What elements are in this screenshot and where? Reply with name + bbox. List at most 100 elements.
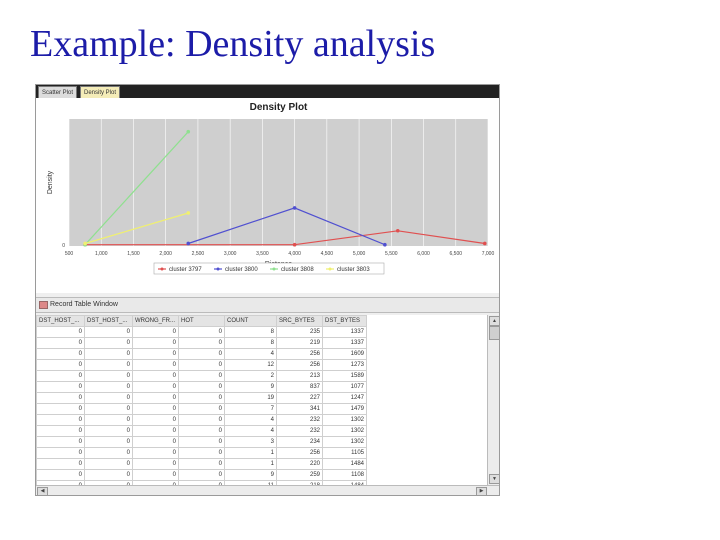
table-cell: 0 <box>132 458 179 470</box>
column-header[interactable]: WRONG_FR... <box>132 315 179 327</box>
tab-bar: Scatter Plot Density Plot <box>36 85 499 98</box>
table-cell: 0 <box>84 348 133 360</box>
table-row[interactable]: 0 0 0 0 19 227 1247 <box>36 392 367 404</box>
table-cell: 3 <box>224 436 277 448</box>
table-cell: 1609 <box>322 348 367 360</box>
table-cell: 0 <box>84 469 133 481</box>
table-cell: 219 <box>276 337 323 349</box>
table-cell: 12 <box>224 359 277 371</box>
table-cell: 0 <box>132 381 179 393</box>
table-cell: 1273 <box>322 359 367 371</box>
tab-scatter-plot[interactable]: Scatter Plot <box>38 86 78 98</box>
table-cell: 4 <box>224 414 277 426</box>
column-header[interactable]: SRC_BYTES <box>276 315 323 327</box>
scroll-left-icon[interactable]: ◀ <box>37 487 48 495</box>
table-cell: 0 <box>84 370 133 382</box>
table-cell: 0 <box>178 425 225 437</box>
table-cell: 0 <box>36 447 85 459</box>
x-tick-label: 3,500 <box>256 251 269 257</box>
legend-label: cluster 3803 <box>337 267 370 273</box>
table-cell: 0 <box>84 425 133 437</box>
table-cell: 0 <box>84 359 133 371</box>
column-header[interactable]: DST_BYTES <box>322 315 367 327</box>
table-cell: 1 <box>224 458 277 470</box>
table-row[interactable]: 0 0 0 0 7 341 1479 <box>36 403 367 415</box>
legend-marker <box>272 267 276 271</box>
table-cell: 0 <box>132 337 179 349</box>
table-row[interactable]: 0 0 0 0 9 259 1108 <box>36 469 367 481</box>
table-cell: 0 <box>36 381 85 393</box>
table-cell: 0 <box>132 447 179 459</box>
chart-title: Density Plot <box>250 102 308 113</box>
legend-marker <box>160 267 164 271</box>
table-cell: 227 <box>276 392 323 404</box>
record-table-container: DST_HOST_... DST_HOST_... WRONG_FR... HOT CO… <box>36 315 487 485</box>
table-row[interactable]: 0 0 0 0 1 220 1484 <box>36 458 367 470</box>
table-cell: 0 <box>36 458 85 470</box>
table-row[interactable]: 0 0 0 0 2 213 1589 <box>36 370 367 382</box>
table-cell: 0 <box>178 447 225 459</box>
table-cell: 0 <box>132 359 179 371</box>
table-row[interactable]: 0 0 0 0 1 256 1105 <box>36 447 367 459</box>
table-cell: 0 <box>178 337 225 349</box>
slide-title: Example: Density analysis <box>30 23 436 65</box>
table-row[interactable]: 0 0 0 0 4 232 1302 <box>36 425 367 437</box>
plot-area <box>69 119 488 246</box>
legend-label: cluster 3808 <box>281 267 314 273</box>
table-cell: 0 <box>84 414 133 426</box>
table-cell: 0 <box>36 359 85 371</box>
table-row[interactable]: 0 0 0 0 9 837 1077 <box>36 381 367 393</box>
table-row[interactable]: 0 0 0 0 4 256 1609 <box>36 348 367 360</box>
x-tick-label: 2,000 <box>159 251 172 257</box>
density-chart: Density Plot 500 1,000 1,500 2,000 2,500 3,000… <box>47 102 494 275</box>
window-icon <box>39 301 48 309</box>
table-cell: 0 <box>132 469 179 481</box>
table-cell: 4 <box>224 425 277 437</box>
table-row[interactable]: 0 0 0 0 8 235 1337 <box>36 326 367 338</box>
data-point <box>292 206 297 210</box>
column-header[interactable]: DST_HOST_... <box>84 315 133 327</box>
table-cell: 341 <box>276 403 323 415</box>
table-cell: 0 <box>132 326 179 338</box>
column-header[interactable]: HOT <box>178 315 225 327</box>
x-tick-label: 1,000 <box>95 251 108 257</box>
table-cell: 0 <box>36 436 85 448</box>
table-row[interactable]: 0 0 0 0 4 232 1302 <box>36 414 367 426</box>
table-cell: 0 <box>132 392 179 404</box>
scroll-thumb[interactable] <box>489 326 499 340</box>
table-cell: 0 <box>132 348 179 360</box>
table-cell: 1484 <box>322 458 367 470</box>
y-axis-label: Density <box>47 170 54 194</box>
column-header[interactable]: DST_HOST_... <box>36 315 85 327</box>
table-cell: 9 <box>224 469 277 481</box>
table-row[interactable]: 0 0 0 0 3 234 1302 <box>36 436 367 448</box>
scroll-down-icon[interactable]: ▼ <box>489 474 499 484</box>
x-tick-label: 5,500 <box>385 251 398 257</box>
table-cell: 256 <box>276 348 323 360</box>
data-point <box>186 129 191 134</box>
x-tick-label: 5,000 <box>353 251 366 257</box>
table-cell: 1247 <box>322 392 367 404</box>
vertical-scrollbar[interactable]: ▲ ▼ <box>487 315 499 485</box>
horizontal-scrollbar[interactable]: ◀ ▶ <box>36 485 499 495</box>
table-cell: 1302 <box>322 436 367 448</box>
data-point <box>186 211 191 215</box>
scroll-right-icon[interactable]: ▶ <box>476 487 487 495</box>
table-cell: 0 <box>84 326 133 338</box>
scroll-up-icon[interactable]: ▲ <box>489 316 499 326</box>
table-row[interactable]: 0 0 0 0 8 219 1337 <box>36 337 367 349</box>
table-cell: 0 <box>84 381 133 393</box>
record-table-header: Record Table Window <box>36 297 499 313</box>
table-cell: 19 <box>224 392 277 404</box>
table-cell: 1302 <box>322 414 367 426</box>
table-row[interactable]: 0 0 0 0 12 256 1273 <box>36 359 367 371</box>
legend-marker <box>216 267 220 271</box>
column-header[interactable]: COUNT <box>224 315 277 327</box>
table-cell: 1479 <box>322 403 367 415</box>
tab-density-plot[interactable]: Density Plot <box>80 86 121 98</box>
app-window: Scatter Plot Density Plot Density Plot 50… <box>35 84 500 496</box>
data-point <box>482 241 487 246</box>
table-cell: 8 <box>224 326 277 338</box>
table-cell: 0 <box>36 370 85 382</box>
table-cell: 0 <box>178 370 225 382</box>
